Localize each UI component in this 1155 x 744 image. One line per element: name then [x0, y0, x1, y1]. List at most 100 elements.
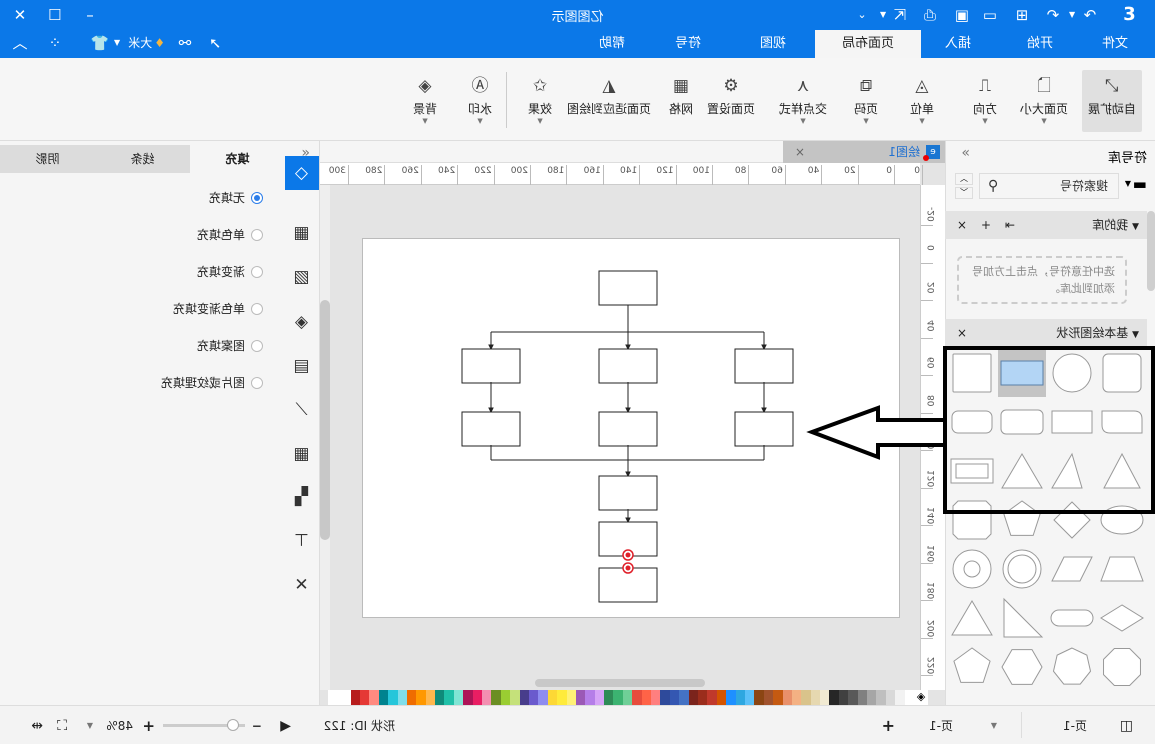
color-swatch[interactable] — [369, 690, 379, 705]
color-swatch[interactable] — [867, 690, 877, 705]
color-swatch[interactable] — [425, 690, 436, 705]
horizontal-scrollbar[interactable] — [535, 679, 705, 687]
basic-shapes-header[interactable]: ▼ 基本绘图形状 × — [945, 319, 1147, 347]
export-icon[interactable]: ⇱ — [890, 5, 910, 25]
minimize-icon[interactable]: – — [80, 5, 100, 25]
color-swatch[interactable] — [500, 690, 511, 705]
add-icon[interactable]: + — [981, 211, 991, 239]
color-swatch[interactable] — [575, 690, 586, 705]
color-swatch[interactable] — [801, 690, 811, 705]
search-icon[interactable]: ⚲ — [988, 174, 998, 198]
color-swatch[interactable] — [388, 690, 398, 705]
color-swatch[interactable] — [594, 690, 605, 705]
fill-option[interactable]: 图片或纹理填充 — [161, 374, 263, 392]
color-swatch[interactable] — [679, 690, 689, 705]
redo-icon[interactable]: ↷ — [1080, 5, 1100, 25]
color-swatch[interactable] — [444, 690, 454, 705]
tab-6[interactable]: 帮助 — [567, 30, 657, 58]
shape-corner-triangle[interactable] — [1003, 597, 1044, 638]
library-scrollbar[interactable] — [1147, 211, 1155, 291]
color-swatch[interactable] — [359, 690, 370, 705]
shape-triangle[interactable] — [1103, 452, 1141, 489]
fill-option[interactable]: 单色填充 — [197, 226, 263, 244]
scroll-down-button[interactable]: ﹀ — [955, 187, 973, 199]
tab-2[interactable]: 插入 — [913, 30, 1003, 58]
ribbon-button-0[interactable]: ⤢ 自动扩展 — [1082, 70, 1142, 132]
collapse-panel-icon[interactable]: » — [961, 145, 970, 161]
layers-icon[interactable]: ◈ — [284, 305, 319, 339]
ribbon-button-1[interactable]: 🗋 页面大小 ▼ — [1014, 70, 1074, 132]
close-tab-icon[interactable]: × — [795, 141, 805, 163]
shape-snip-rect[interactable] — [1051, 410, 1093, 434]
shape-circle[interactable] — [1052, 353, 1092, 393]
color-swatch[interactable] — [744, 690, 755, 705]
shape-trapezoid[interactable] — [1100, 556, 1144, 582]
color-swatch[interactable] — [810, 690, 821, 705]
color-swatch[interactable] — [782, 690, 792, 705]
close-icon[interactable]: × — [957, 211, 967, 239]
shape-pentagon-round[interactable] — [953, 647, 991, 683]
color-swatch[interactable] — [604, 690, 614, 705]
add-page-icon[interactable]: + — [882, 716, 895, 735]
color-swatch[interactable] — [660, 690, 670, 705]
color-swatch[interactable] — [566, 690, 576, 705]
color-swatch[interactable] — [754, 690, 764, 705]
table-icon[interactable]: ▦ — [284, 437, 319, 471]
color-swatch[interactable] — [510, 690, 520, 705]
radio-button[interactable] — [251, 229, 263, 241]
print-icon[interactable]: ⎙ — [920, 5, 940, 25]
zoom-slider-handle[interactable] — [227, 719, 239, 731]
color-swatch[interactable] — [716, 690, 727, 705]
color-swatch[interactable] — [669, 690, 680, 705]
fill-icon[interactable]: ◇ — [284, 156, 319, 190]
radio-button[interactable] — [251, 377, 263, 389]
shape-frame[interactable] — [950, 458, 994, 484]
shape-square[interactable] — [952, 353, 992, 393]
color-swatch[interactable] — [791, 690, 802, 705]
fit-width-icon[interactable]: ⇹ — [31, 718, 43, 734]
radio-button[interactable] — [251, 303, 263, 315]
fill-option[interactable]: 渐变填充 — [197, 263, 263, 281]
color-swatch[interactable] — [688, 690, 699, 705]
color-swatch[interactable] — [838, 690, 849, 705]
undo-icon[interactable]: ↶ — [1043, 5, 1063, 25]
more-icon[interactable]: ⌄ — [852, 5, 872, 25]
color-swatch[interactable] — [641, 690, 652, 705]
zoom-in-icon[interactable]: + — [142, 717, 155, 735]
ribbon-button-11[interactable]: ◈ 背景 ▼ — [395, 70, 455, 132]
user-badge[interactable]: ♦ 大米 — [128, 33, 165, 53]
share-icon[interactable]: ⚯ — [175, 33, 195, 53]
shape-octagon-tall[interactable] — [952, 500, 992, 540]
page-view-icon[interactable]: ◫ — [1120, 718, 1133, 734]
color-swatch[interactable] — [829, 690, 839, 705]
document-icon[interactable]: ▤ — [284, 349, 319, 383]
color-swatch[interactable] — [453, 690, 464, 705]
dropdown-icon[interactable]: ▼ — [107, 33, 127, 53]
shape-diamond[interactable] — [1053, 501, 1091, 539]
shape-pentagon[interactable] — [1003, 500, 1041, 536]
ribbon-button-8[interactable]: ◭ 页面适应到绘图 — [566, 70, 652, 132]
color-swatch[interactable] — [885, 690, 896, 705]
shape-rounded-rect[interactable] — [1000, 409, 1044, 435]
shape-rectangle[interactable] — [998, 349, 1046, 397]
my-library-header[interactable]: ▼ 我的库 ⇥ + × — [945, 211, 1147, 239]
page-tab[interactable]: 页-1 — [929, 718, 953, 734]
radio-button[interactable] — [251, 340, 263, 352]
panel-scrollbar[interactable] — [320, 300, 330, 540]
ribbon-button-2[interactable]: ⎍ 方向 ▼ — [955, 70, 1015, 132]
ribbon-button-10[interactable]: Ⓐ 水印 ▼ — [450, 70, 510, 132]
shape-double-circle[interactable] — [1002, 549, 1042, 589]
page-select[interactable]: 页-1 — [1063, 718, 1087, 734]
tab-1[interactable]: 开始 — [995, 30, 1085, 58]
maximize-icon[interactable]: ☐ — [45, 5, 65, 25]
tab-3[interactable]: 页面布局 — [815, 30, 921, 58]
color-swatch[interactable] — [622, 690, 633, 705]
ribbon-button-4[interactable]: ⧉ 页码 ▼ — [836, 70, 896, 132]
color-swatch[interactable] — [585, 690, 595, 705]
play-icon[interactable]: ◀ — [280, 718, 291, 734]
zoom-level[interactable]: 48% — [106, 718, 133, 734]
color-swatch[interactable] — [397, 690, 407, 705]
ribbon-button-9[interactable]: ✩ 效果 ▼ — [510, 70, 570, 132]
chart-icon[interactable]: ⟋ — [284, 393, 319, 427]
color-swatch[interactable] — [472, 690, 483, 705]
